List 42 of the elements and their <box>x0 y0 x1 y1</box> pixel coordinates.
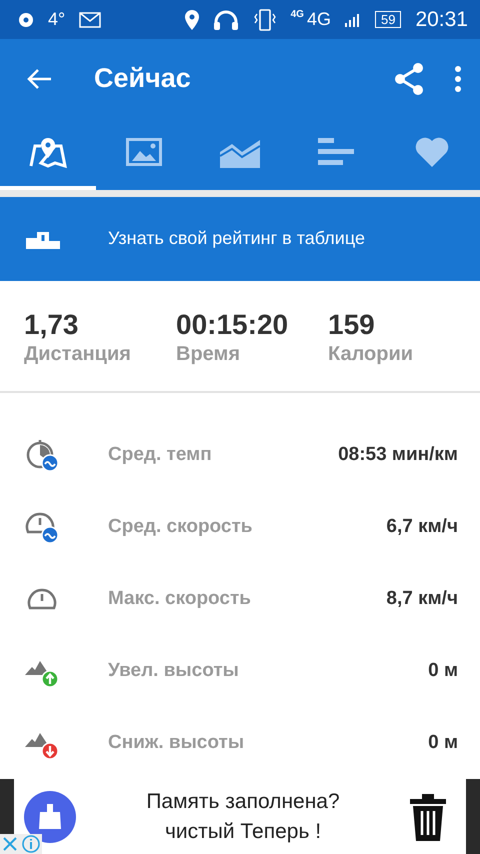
trash-icon <box>410 792 446 841</box>
stat-label: Время <box>176 342 241 366</box>
metric-label: Сред. темп <box>108 444 213 466</box>
metric-value: 8,7 км/ч <box>386 588 458 610</box>
bar-list-icon <box>318 138 354 166</box>
signal-icon <box>344 12 361 27</box>
metric-label: Макс. скорость <box>108 588 252 610</box>
metric-label: Сниж. высоты <box>108 732 246 754</box>
share-icon[interactable] <box>394 62 424 95</box>
network-type-text: 4G <box>290 9 304 20</box>
screen-title: Сейчас <box>94 63 192 94</box>
metric-value: 08:53 мин/км <box>338 444 458 466</box>
info-icon[interactable] <box>20 834 42 854</box>
ad-text: Память заполнена? чистый Теперь ! <box>145 789 341 845</box>
headphones-icon <box>212 10 239 30</box>
mail-icon <box>79 12 102 28</box>
network-type-text: 4G <box>306 9 331 30</box>
ad-banner[interactable]: Память заполнена? чистый Теперь ! <box>0 779 480 854</box>
map-pin-icon <box>27 136 69 168</box>
metric-value: 0 м <box>428 660 458 682</box>
image-icon <box>126 138 162 166</box>
metric-value: 6,7 км/ч <box>386 516 458 538</box>
more-menu-icon[interactable] <box>454 66 462 92</box>
banner-text: Узнать свой рейтинг в таблице <box>108 228 365 250</box>
stat-value: 159 <box>328 308 376 341</box>
broom-icon <box>24 790 76 843</box>
stat-label: Дистанция <box>24 342 132 366</box>
clock-time: 20:31 <box>415 8 468 32</box>
vibrate-icon <box>252 8 277 32</box>
back-arrow-icon[interactable] <box>26 68 52 90</box>
location-icon <box>184 10 199 30</box>
stat-value: 00:15:20 <box>176 308 290 341</box>
heart-icon <box>414 136 450 168</box>
stat-value: 1,73 <box>24 308 80 341</box>
stopwatch-icon <box>24 437 60 474</box>
metric-label: Увел. высоты <box>108 660 240 682</box>
metric-value: 0 м <box>428 732 458 754</box>
battery-level: 59 <box>374 11 402 28</box>
stat-label: Калории <box>328 342 414 366</box>
leaderboard-banner[interactable]: Узнать свой рейтинг в таблице <box>0 196 480 281</box>
metric-label: Сред. скорость <box>108 516 254 538</box>
temperature-text: 4° <box>48 9 66 30</box>
